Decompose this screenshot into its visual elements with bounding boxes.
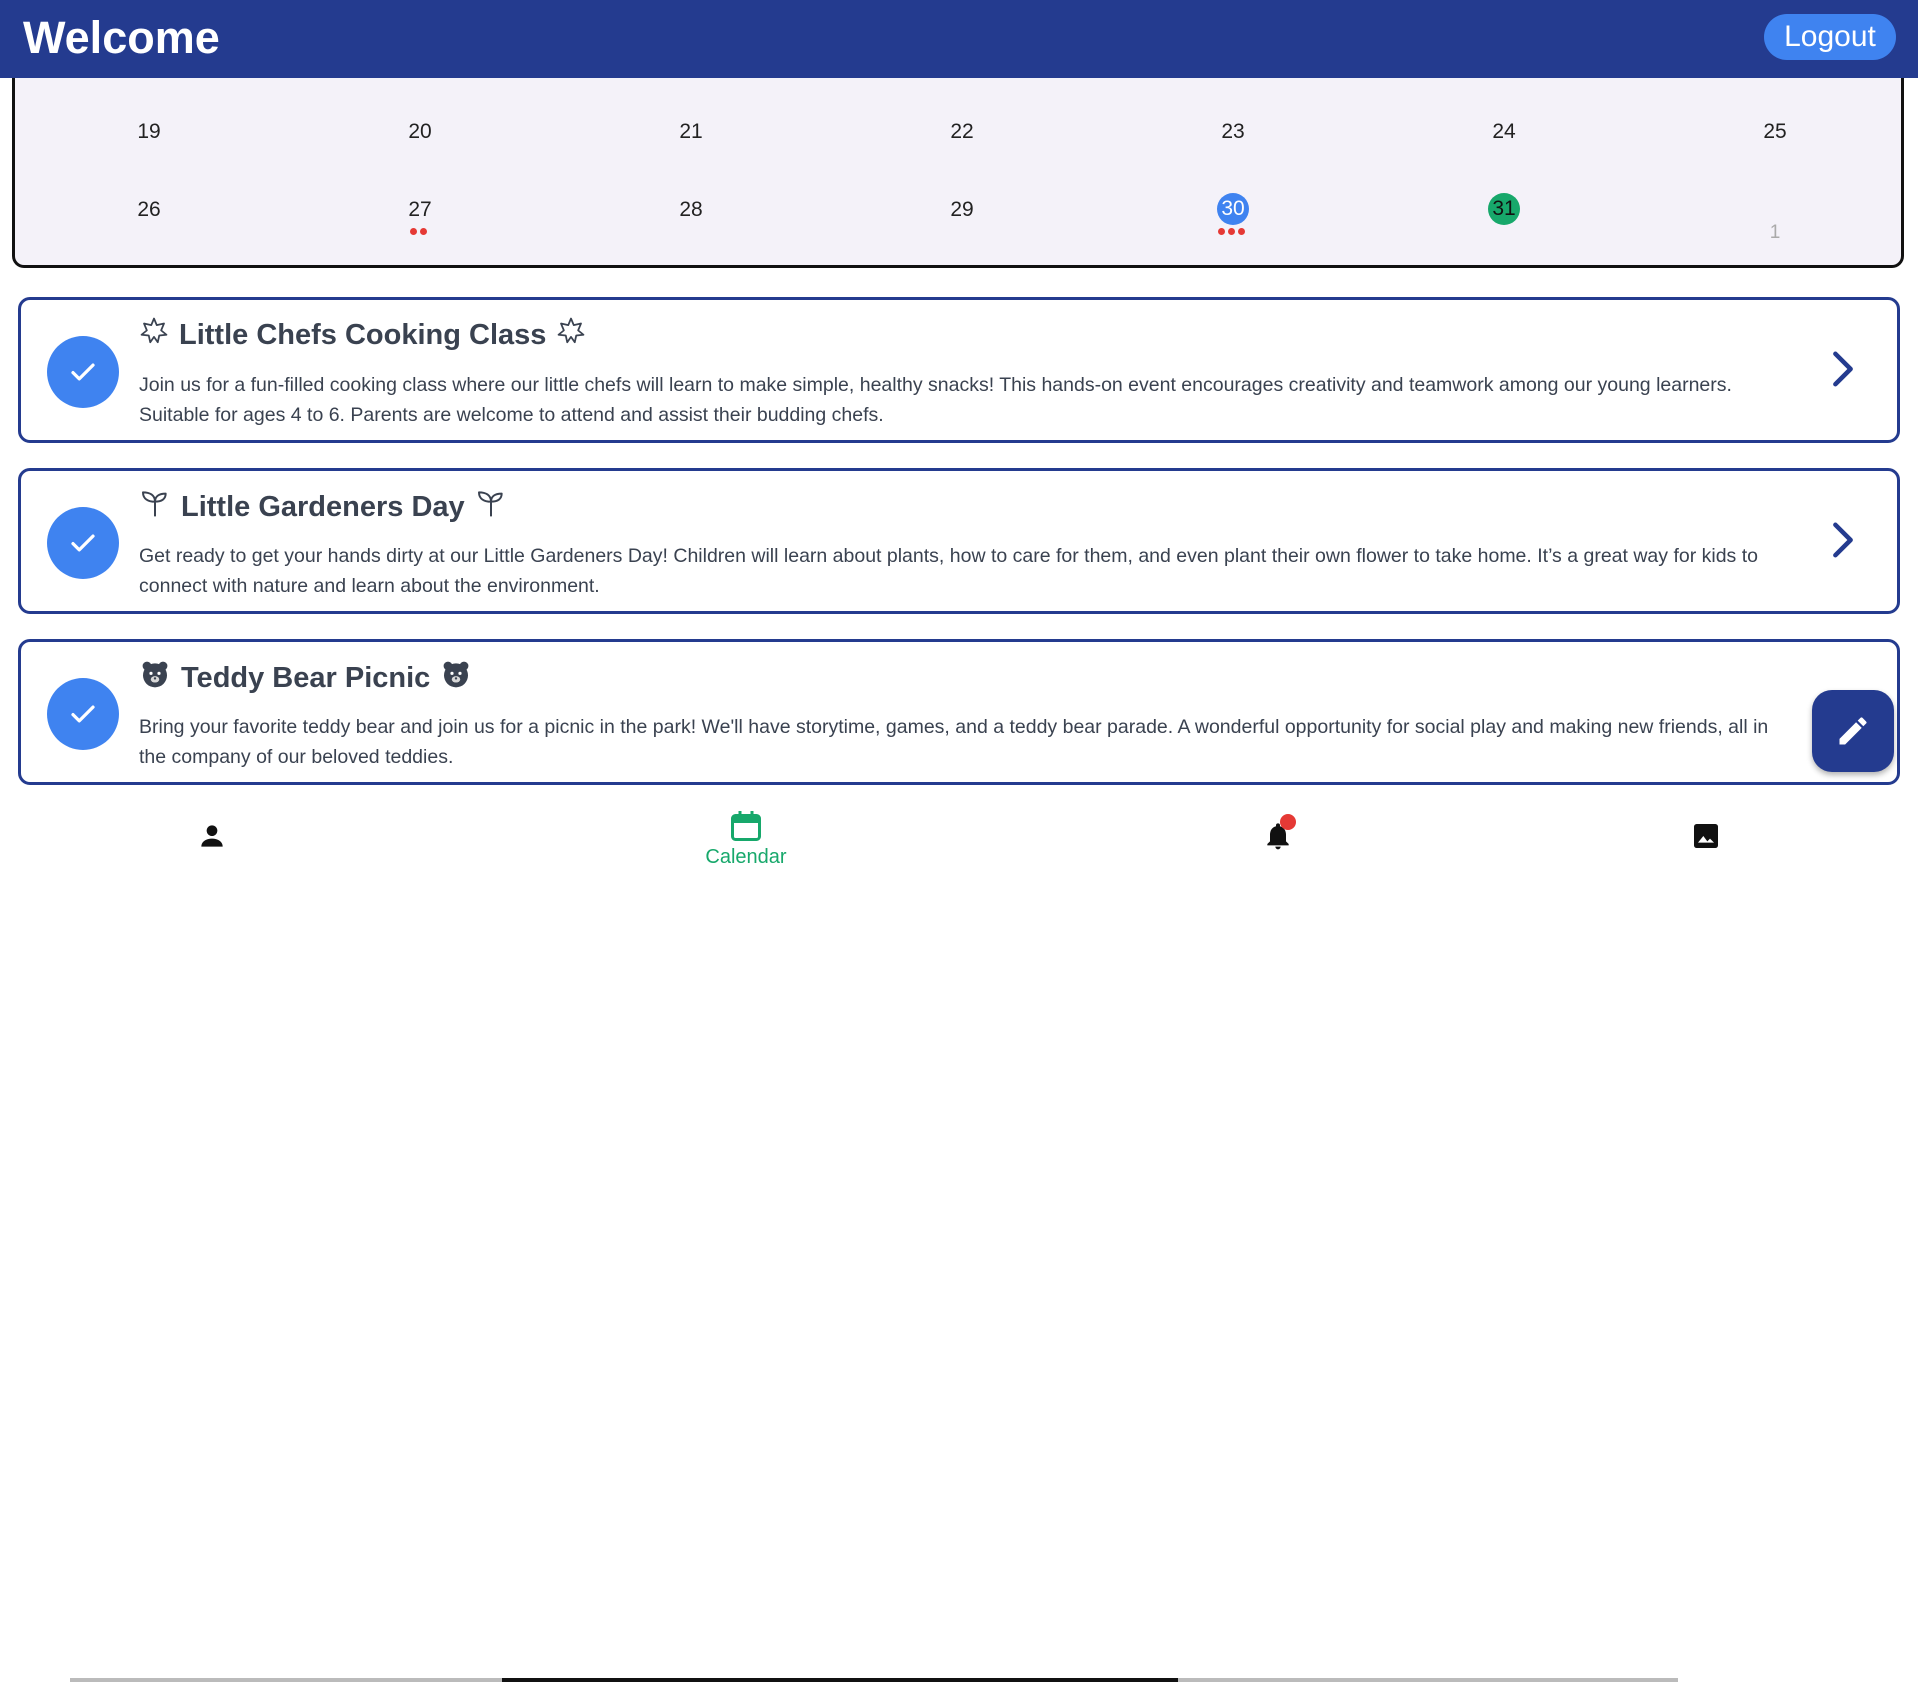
calendar-day[interactable]: 28 — [661, 198, 721, 222]
system-bar-segment — [502, 1678, 1178, 1682]
event-dot — [1228, 228, 1235, 235]
chevron-right-icon[interactable] — [1829, 350, 1857, 392]
event-description: Get ready to get your hands dirty at our… — [139, 545, 1758, 597]
app-bar: Welcome Logout — [0, 0, 1918, 78]
calendar-day-selected[interactable]: 30 — [1217, 193, 1249, 225]
nav-profile[interactable] — [112, 796, 312, 886]
sprout-icon — [139, 487, 171, 527]
event-title-text: Little Gardeners Day — [181, 490, 465, 523]
calendar-day[interactable]: 24 — [1474, 120, 1534, 144]
pencil-icon — [1839, 717, 1867, 745]
calendar-day[interactable]: 19 — [119, 120, 179, 144]
calendar-day[interactable]: 22 — [932, 120, 992, 144]
system-bar-segment — [70, 1678, 502, 1682]
sparkle-icon — [556, 316, 586, 354]
calendar-day[interactable]: 23 — [1203, 120, 1263, 144]
bottom-nav: Calendar — [0, 796, 1918, 1682]
notification-badge — [1280, 814, 1296, 830]
event-dots — [410, 228, 427, 235]
logout-button[interactable]: Logout — [1764, 14, 1896, 60]
person-icon — [201, 825, 223, 847]
event-dot — [410, 228, 417, 235]
event-dot — [1218, 228, 1225, 235]
sparkle-icon — [139, 316, 169, 354]
image-icon — [1694, 824, 1718, 848]
nav-calendar[interactable]: Calendar — [646, 796, 846, 886]
event-title-text: Teddy Bear Picnic — [181, 661, 431, 694]
event-dot — [420, 228, 427, 235]
nav-gallery[interactable] — [1606, 796, 1806, 886]
event-title: Little Chefs Cooking Class — [139, 316, 586, 354]
event-title: Teddy Bear Picnic — [139, 658, 472, 698]
page-title: Welcome — [23, 12, 220, 63]
event-dot — [1238, 228, 1245, 235]
chevron-right-icon[interactable] — [1829, 521, 1857, 563]
event-card[interactable]: Teddy Bear Picnic Bring your favorite te… — [18, 639, 1900, 785]
event-description: Bring your favorite teddy bear and join … — [139, 716, 1769, 768]
check-icon[interactable] — [47, 678, 119, 750]
check-icon[interactable] — [47, 336, 119, 408]
event-title-text: Little Chefs Cooking Class — [179, 318, 547, 351]
event-description: Join us for a fun-filled cooking class w… — [139, 374, 1732, 426]
edit-button[interactable] — [1812, 690, 1894, 772]
calendar-day-today[interactable]: 31 — [1488, 193, 1520, 225]
event-title: Little Gardeners Day — [139, 487, 507, 527]
event-card[interactable]: Little Gardeners Day Get ready to get yo… — [18, 468, 1900, 614]
event-dots — [1218, 228, 1245, 235]
calendar-day[interactable]: 25 — [1745, 120, 1805, 144]
calendar-day[interactable]: 27 — [390, 198, 450, 222]
sprout-icon — [475, 487, 507, 527]
bear-icon — [139, 658, 171, 698]
nav-calendar-label: Calendar — [705, 846, 787, 868]
bear-icon — [440, 658, 472, 698]
calendar-day[interactable]: 26 — [119, 198, 179, 222]
calendar-day[interactable]: 20 — [390, 120, 450, 144]
calendar-icon — [731, 811, 761, 841]
event-card[interactable]: Little Chefs Cooking Class Join us for a… — [18, 297, 1900, 443]
system-bar-segment — [1178, 1678, 1678, 1682]
calendar-day-next-month[interactable]: 1 — [1745, 222, 1805, 244]
calendar-day[interactable]: 29 — [932, 198, 992, 222]
nav-notifications[interactable] — [1178, 796, 1378, 886]
calendar-day[interactable]: 21 — [661, 120, 721, 144]
check-icon[interactable] — [47, 507, 119, 579]
